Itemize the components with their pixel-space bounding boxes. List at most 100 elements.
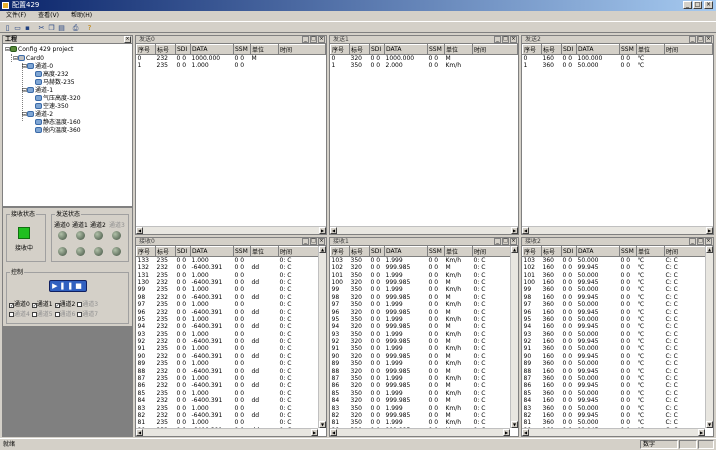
- table-row[interactable]: 98 160 0 0 99.945 0 0 ℃ C: C: [523, 294, 706, 301]
- table-row[interactable]: 86 160 0 0 99.945 0 0 ℃ C: C: [523, 382, 706, 389]
- close-button[interactable]: ×: [704, 1, 713, 9]
- window-maximize-icon[interactable]: □: [310, 36, 317, 43]
- table-row[interactable]: 87 235 0 0 1.000 0 0 0: C: [137, 375, 319, 382]
- column-header[interactable]: 时间: [664, 44, 713, 55]
- table-row[interactable]: 88 232 0 0 -6400.391 0 0 dd 0: C: [137, 367, 319, 375]
- table-row[interactable]: 85 235 0 0 1.000 0 0 0: C: [137, 390, 319, 397]
- table-row[interactable]: 95 360 0 0 50.000 0 0 ℃ C: C: [523, 316, 706, 323]
- column-header[interactable]: 时间: [278, 44, 326, 55]
- column-header[interactable]: 标号: [155, 246, 176, 257]
- scroll-left-icon[interactable]: ◀: [330, 227, 337, 234]
- window-close-icon[interactable]: ×: [510, 238, 517, 245]
- column-header[interactable]: DATA: [384, 44, 428, 55]
- table-row[interactable]: 102 320 0 0 999.985 0 0 M 0: C: [331, 264, 511, 271]
- table-row[interactable]: 102 160 0 0 99.945 0 0 ℃ C: C: [523, 264, 706, 271]
- window-maximize-icon[interactable]: □: [310, 238, 317, 245]
- table-row[interactable]: 85 350 0 0 1.999 0 0 Km/h 0: C: [331, 390, 511, 397]
- column-header[interactable]: SSM: [233, 246, 251, 257]
- table-row[interactable]: 86 232 0 0 -6400.391 0 0 dd 0: C: [137, 382, 319, 389]
- window-maximize-icon[interactable]: □: [502, 238, 509, 245]
- table-row[interactable]: 101 360 0 0 50.000 0 0 ℃ C: C: [523, 271, 706, 279]
- tree-item-baro-alt[interactable]: 气压高度-320: [35, 95, 81, 102]
- paste-icon[interactable]: ▤: [57, 23, 66, 32]
- menu-view[interactable]: 查看(V): [38, 12, 59, 19]
- table-row[interactable]: 92 160 0 0 99.945 0 0 ℃ C: C: [523, 338, 706, 345]
- table-row[interactable]: 86 320 0 0 999.985 0 0 M 0: C: [331, 382, 511, 389]
- vertical-scrollbar[interactable]: ▲ ▼: [705, 246, 713, 428]
- table-row[interactable]: 99 235 0 0 1.000 0 0 0: C: [137, 286, 319, 293]
- column-header[interactable]: 序号: [330, 246, 350, 257]
- column-header[interactable]: SDI: [369, 246, 385, 257]
- scroll-left-icon[interactable]: ◀: [330, 429, 337, 436]
- column-header[interactable]: SSM: [427, 44, 445, 55]
- table-row[interactable]: 94 320 0 0 999.985 0 0 M 0: C: [331, 323, 511, 330]
- window-close-icon[interactable]: ×: [510, 36, 517, 43]
- table-row[interactable]: 103 350 0 0 1.999 0 0 Km/h 0: C: [331, 257, 511, 265]
- window-minimize-icon[interactable]: _: [689, 36, 696, 43]
- horizontal-scrollbar[interactable]: ◀ ▶: [522, 428, 705, 436]
- table-row[interactable]: 97 350 0 0 1.999 0 0 Km/h 0: C: [331, 301, 511, 308]
- table-row[interactable]: 88 160 0 0 99.945 0 0 ℃ C: C: [523, 367, 706, 375]
- column-header[interactable]: 单位: [444, 246, 473, 257]
- scroll-up-icon[interactable]: ▲: [319, 246, 326, 253]
- scroll-right-icon[interactable]: ▶: [511, 227, 518, 234]
- table-row[interactable]: 96 320 0 0 999.985 0 0 M 0: C: [331, 308, 511, 316]
- table-row[interactable]: 132 232 0 0 -6400.391 0 0 dd 0: C: [137, 264, 319, 271]
- horizontal-scrollbar[interactable]: ◀ ▶: [330, 226, 518, 234]
- scroll-right-icon[interactable]: ▶: [311, 429, 318, 436]
- column-header[interactable]: 单位: [444, 44, 473, 55]
- scroll-right-icon[interactable]: ▶: [503, 429, 510, 436]
- tree-item-altitude[interactable]: 高度-232: [35, 71, 69, 78]
- table-row[interactable]: 84 160 0 0 99.945 0 0 ℃ C: C: [523, 397, 706, 404]
- play-pause-stop-controls[interactable]: ▶❚❚■: [49, 280, 87, 292]
- table-row[interactable]: 90 320 0 0 999.985 0 0 M 0: C: [331, 353, 511, 360]
- menu-help[interactable]: 帮助(H): [71, 12, 92, 19]
- save-icon[interactable]: ▪: [23, 23, 32, 32]
- table-row[interactable]: 96 160 0 0 99.945 0 0 ℃ C: C: [523, 308, 706, 316]
- window-close-icon[interactable]: ×: [318, 36, 325, 43]
- table-row[interactable]: 100 160 0 0 99.945 0 0 ℃ C: C: [523, 279, 706, 286]
- column-header[interactable]: SSM: [619, 246, 637, 257]
- column-header[interactable]: 时间: [472, 246, 511, 257]
- table-row[interactable]: 91 350 0 0 1.999 0 0 Km/h 0: C: [331, 345, 511, 352]
- column-header[interactable]: 时间: [664, 246, 706, 257]
- column-header[interactable]: 标号: [349, 44, 370, 55]
- table-row[interactable]: 98 320 0 0 999.985 0 0 M 0: C: [331, 294, 511, 301]
- table-row[interactable]: 84 320 0 0 999.985 0 0 M 0: C: [331, 397, 511, 404]
- menu-file[interactable]: 文件(F): [6, 12, 26, 19]
- tree-channel-2[interactable]: ⊟ 通道-2: [22, 111, 53, 118]
- table-row[interactable]: 99 360 0 0 50.000 0 0 ℃ C: C: [523, 286, 706, 293]
- table-row[interactable]: 89 360 0 0 50.000 0 0 ℃ C: C: [523, 360, 706, 367]
- table-row[interactable]: 87 350 0 0 1.999 0 0 Km/h 0: C: [331, 375, 511, 382]
- tree-item-static-temp[interactable]: 静态温度-160: [35, 119, 81, 126]
- new-icon[interactable]: ▯: [3, 23, 12, 32]
- tree-item-mach[interactable]: 马赫数-235: [35, 79, 75, 86]
- column-header[interactable]: 单位: [250, 246, 279, 257]
- tree-root[interactable]: ⊟ Config 429 project: [5, 46, 73, 53]
- column-header[interactable]: 序号: [136, 246, 156, 257]
- table-row[interactable]: 89 350 0 0 1.999 0 0 Km/h 0: C: [331, 360, 511, 367]
- vertical-scrollbar[interactable]: ▲ ▼: [318, 246, 326, 428]
- vertical-scrollbar[interactable]: ▲ ▼: [510, 246, 518, 428]
- table-row[interactable]: 93 235 0 0 1.000 0 0 0: C: [137, 331, 319, 338]
- table-row[interactable]: 99 350 0 0 1.999 0 0 Km/h 0: C: [331, 286, 511, 293]
- table-row[interactable]: 95 235 0 0 1.000 0 0 0: C: [137, 316, 319, 323]
- column-header[interactable]: SSM: [233, 44, 251, 55]
- scroll-down-icon[interactable]: ▼: [319, 421, 326, 428]
- scroll-left-icon[interactable]: ◀: [136, 429, 143, 436]
- window-maximize-icon[interactable]: □: [502, 36, 509, 43]
- table-row[interactable]: 82 160 0 0 99.945 0 0 ℃ C: C: [523, 412, 706, 419]
- table-row[interactable]: 96 232 0 0 -6400.391 0 0 dd 0: C: [137, 308, 319, 316]
- scroll-right-icon[interactable]: ▶: [706, 227, 713, 234]
- column-header[interactable]: 序号: [330, 44, 350, 55]
- tree-card[interactable]: ⊟ Card0: [13, 55, 44, 62]
- column-header[interactable]: SSM: [427, 246, 445, 257]
- scroll-right-icon[interactable]: ▶: [698, 429, 705, 436]
- table-row[interactable]: 100 320 0 0 999.985 0 0 M 0: C: [331, 279, 511, 286]
- scroll-down-icon[interactable]: ▼: [511, 421, 518, 428]
- table-row[interactable]: 91 235 0 0 1.000 0 0 0: C: [137, 345, 319, 352]
- column-header[interactable]: SDI: [175, 44, 191, 55]
- table-row[interactable]: 93 350 0 0 1.999 0 0 Km/h 0: C: [331, 331, 511, 338]
- table-row[interactable]: 91 360 0 0 50.000 0 0 ℃ C: C: [523, 345, 706, 352]
- column-header[interactable]: 单位: [250, 44, 279, 55]
